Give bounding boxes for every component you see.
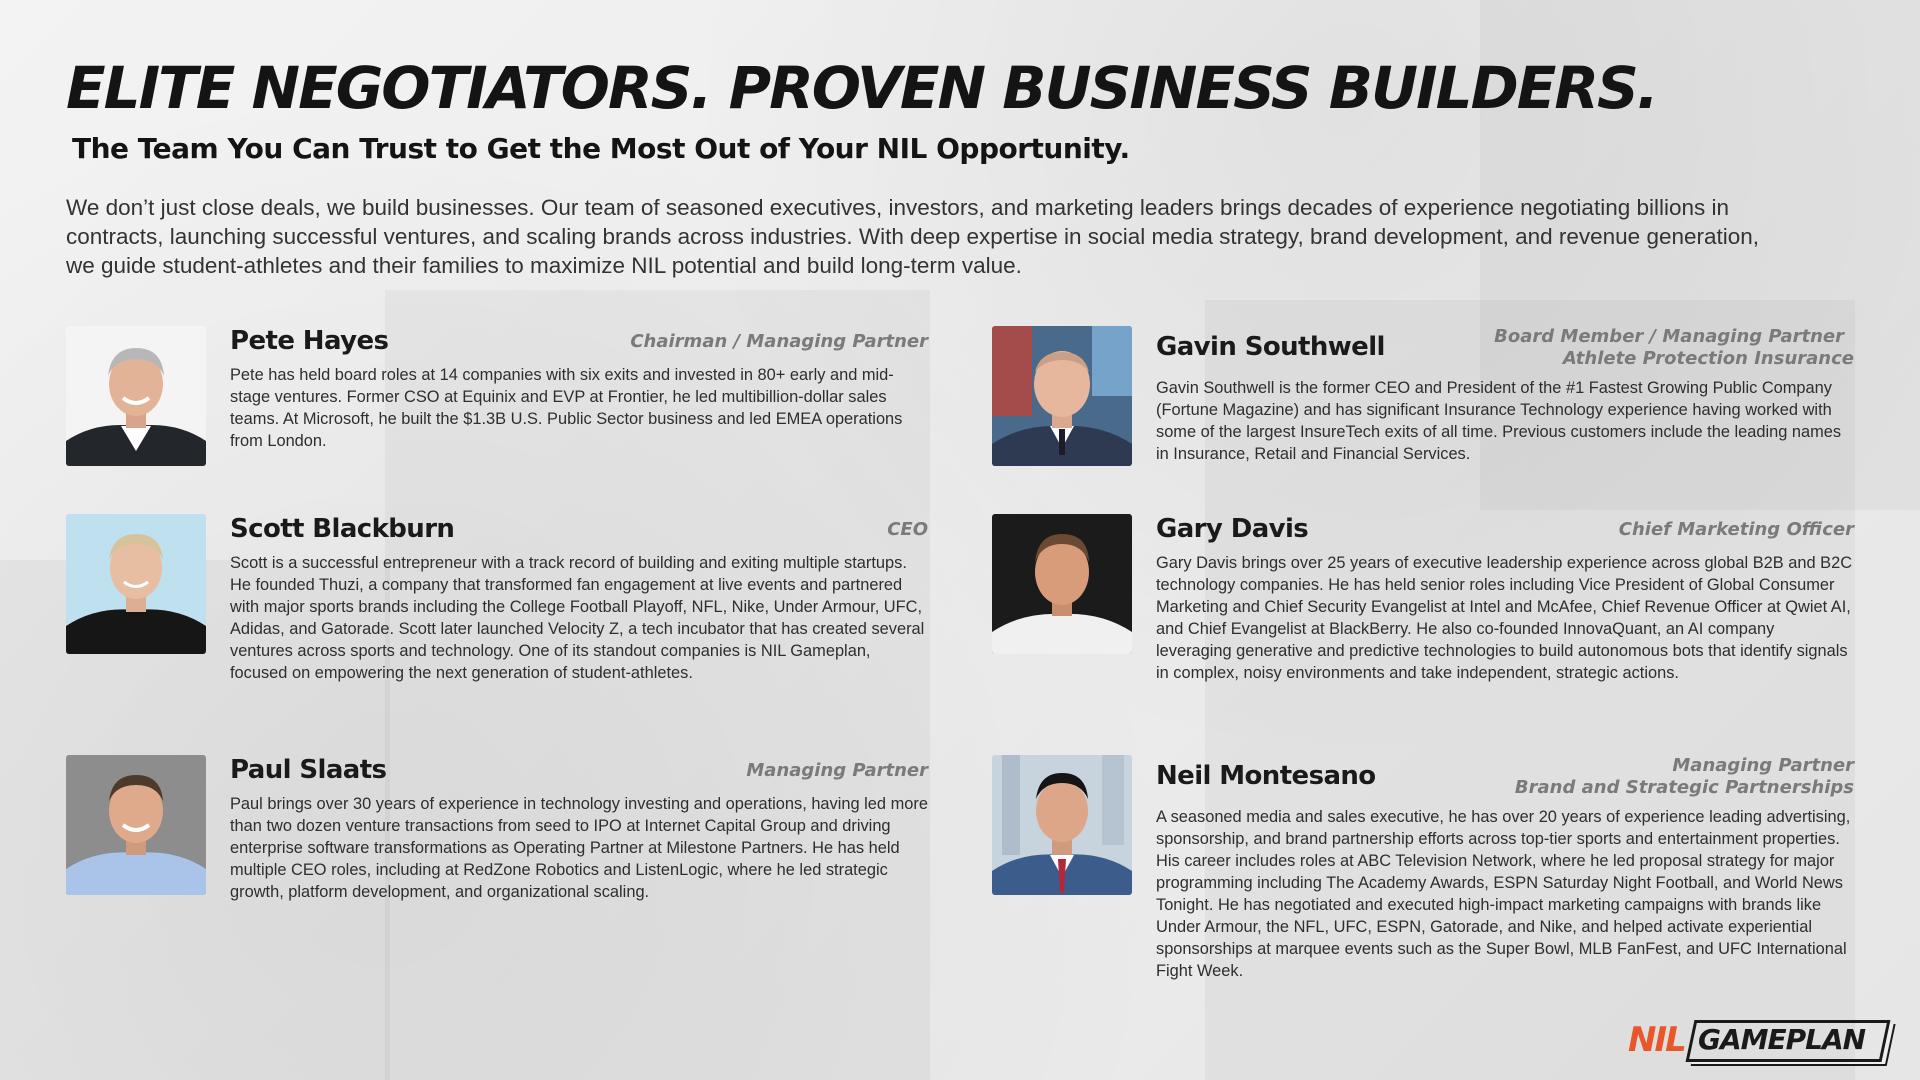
team-member-neil-montesano: Neil Montesano Managing Partner Brand an…	[992, 755, 1854, 995]
member-bio: A seasoned media and sales executive, he…	[1156, 808, 1851, 980]
team-member-paul-slaats: Paul Slaats Managing Partner Paul brings…	[66, 755, 928, 915]
member-role: Chairman / Managing Partner	[630, 331, 928, 352]
portrait-gary-davis	[992, 514, 1132, 654]
member-bio: Pete has held board roles at 14 companie…	[230, 366, 903, 450]
member-bio: Paul brings over 30 years of experience …	[230, 795, 928, 901]
member-role-secondary: Athlete Protection Insurance	[1562, 348, 1854, 369]
member-role: CEO	[887, 519, 928, 540]
logo-wordmark: GAMEPLAN	[1698, 1023, 1866, 1056]
member-name: Scott Blackburn	[230, 514, 455, 544]
member-name: Paul Slaats	[230, 755, 387, 785]
portrait-scott-blackburn	[66, 514, 206, 654]
member-role: Managing Partner	[1672, 755, 1854, 776]
member-name: Gary Davis	[1156, 514, 1309, 544]
intro-paragraph: We don’t just close deals, we build busi…	[66, 195, 1760, 278]
member-role: Managing Partner	[746, 760, 928, 781]
team-member-gavin-southwell: Gavin Southwell Board Member / Managing …	[992, 326, 1854, 486]
portrait-neil-montesano	[992, 755, 1132, 895]
portrait-gavin-southwell	[992, 326, 1132, 466]
team-member-pete-hayes: Pete Hayes Chairman / Managing Partner P…	[66, 326, 928, 486]
member-role: Chief Marketing Officer	[1618, 519, 1854, 540]
headline: ELITE NEGOTIATORS. PROVEN BUSINESS BUILD…	[66, 54, 1659, 122]
member-bio: Gavin Southwell is the former CEO and Pr…	[1156, 379, 1842, 463]
nil-gameplan-logo: NIL GAMEPLAN	[1628, 1018, 1891, 1064]
team-member-scott-blackburn: Scott Blackburn CEO Scott is a successfu…	[66, 514, 928, 714]
member-bio: Gary Davis brings over 25 years of execu…	[1156, 554, 1853, 682]
member-bio: Scott is a successful entrepreneur with …	[230, 554, 925, 682]
member-name: Pete Hayes	[230, 326, 389, 356]
team-member-gary-davis: Gary Davis Chief Marketing Officer Gary …	[992, 514, 1854, 734]
member-name: Gavin Southwell	[1156, 332, 1385, 362]
portrait-pete-hayes	[66, 326, 206, 466]
member-name: Neil Montesano	[1156, 761, 1376, 791]
member-role-secondary: Brand and Strategic Partnerships	[1514, 777, 1854, 798]
member-role: Board Member / Managing Partner	[1494, 326, 1844, 347]
portrait-paul-slaats	[66, 755, 206, 895]
subheadline: The Team You Can Trust to Get the Most O…	[72, 132, 1130, 165]
logo-nil-text: NIL	[1628, 1020, 1687, 1060]
